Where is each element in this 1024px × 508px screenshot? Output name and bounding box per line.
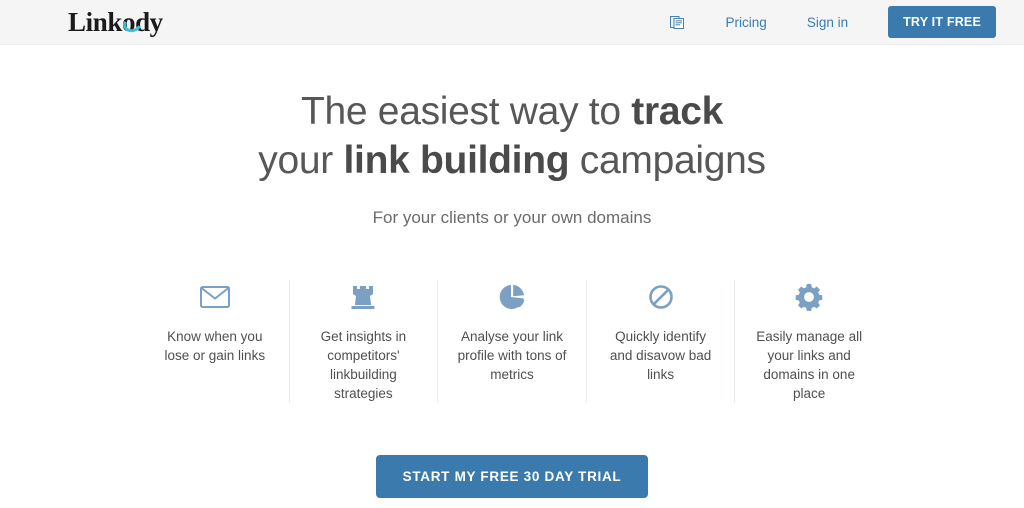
page-subtitle: For your clients or your own domains xyxy=(372,207,652,227)
headline-line-2: your link building campaigns xyxy=(258,138,766,182)
nav-link-signin[interactable]: Sign in xyxy=(807,15,848,30)
start-free-trial-button[interactable]: START MY FREE 30 DAY TRIAL xyxy=(375,455,649,499)
try-it-free-button[interactable]: TRY IT FREE xyxy=(888,6,996,38)
logo-text-after: dy xyxy=(135,6,163,37)
site-header: Linkody Pricing Sign in TRY IT FREE xyxy=(0,0,1024,45)
headline-text-plain-your: your xyxy=(258,138,344,182)
logo-text-before: Link xyxy=(68,6,122,37)
feature-label: Get insights in competitors' linkbuildin… xyxy=(320,328,407,401)
cta-section: START MY FREE 30 DAY TRIAL Ends automati… xyxy=(0,455,1024,508)
headline-text-plain-campaigns: campaigns xyxy=(569,138,766,182)
feature-item-management: Easily manage all your links and domains… xyxy=(735,280,883,404)
feature-item-notifications: Know when you lose or gain links xyxy=(141,279,290,404)
headline-text-bold-track: track xyxy=(631,90,724,133)
feature-item-competitor-insights: Get insights in competitors' linkbuildin… xyxy=(290,279,439,404)
nav-link-pricing[interactable]: Pricing xyxy=(726,15,767,30)
gear-icon xyxy=(751,280,867,314)
headline-line-1: The easiest way to track xyxy=(301,90,723,133)
ban-icon xyxy=(603,280,719,314)
chess-rook-icon xyxy=(306,280,422,314)
feature-item-analytics: Analyse your link profile with tons of m… xyxy=(438,279,587,404)
feature-label: Easily manage all your links and domains… xyxy=(756,328,863,401)
blog-document-icon[interactable] xyxy=(666,11,688,33)
feature-label: Analyse your link profile with tons of m… xyxy=(457,328,567,382)
hero-section: The easiest way to track your link build… xyxy=(0,45,1024,228)
headline-text-plain: The easiest way to xyxy=(300,90,632,133)
pie-chart-icon xyxy=(454,280,570,314)
feature-item-disavow: Quickly identify and disavow bad links xyxy=(587,279,736,404)
logo-accent-letter: o xyxy=(121,6,136,37)
page-title: The easiest way to track your link build… xyxy=(0,88,1024,186)
headline-text-bold-link-building: link building xyxy=(343,138,570,182)
feature-label: Know when you lose or gain links xyxy=(164,328,266,363)
header-nav: Pricing Sign in TRY IT FREE xyxy=(666,6,1024,38)
logo[interactable]: Linkody xyxy=(68,6,163,37)
feature-label: Quickly identify and disavow bad links xyxy=(609,328,712,382)
envelope-icon xyxy=(157,280,273,314)
feature-list: Know when you lose or gain links Get ins… xyxy=(141,279,883,404)
